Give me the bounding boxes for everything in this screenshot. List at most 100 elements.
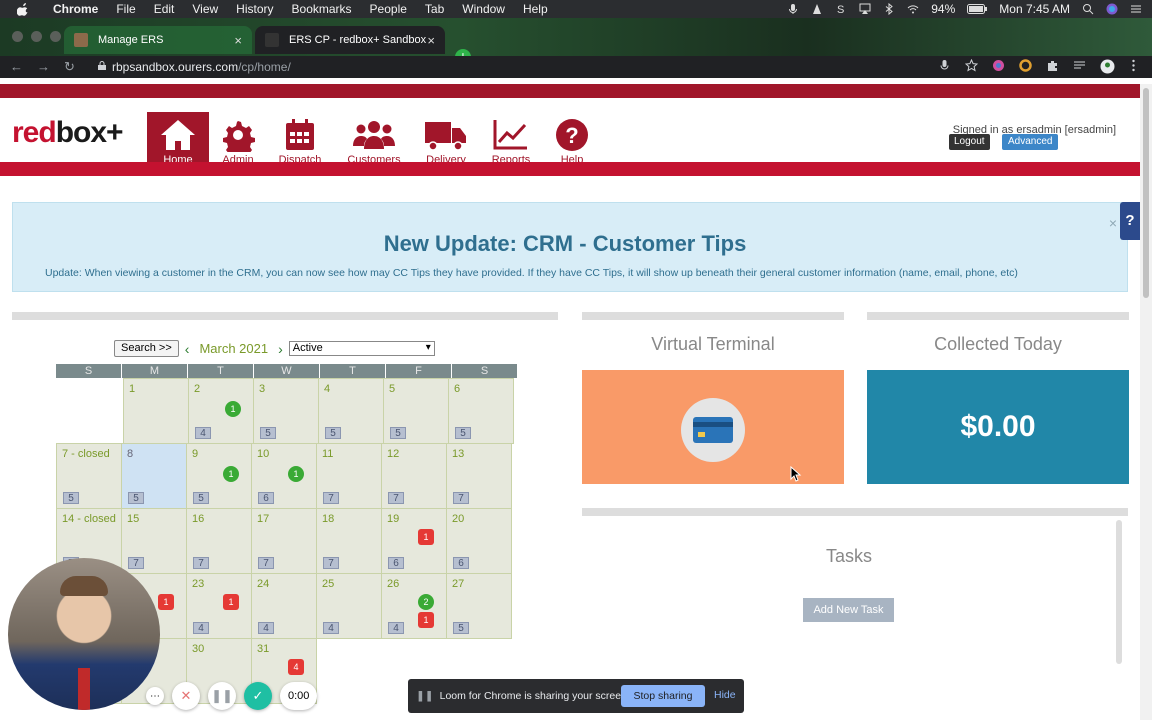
scrollbar-thumb[interactable]: [1143, 88, 1149, 298]
calendar-day[interactable]: 35: [253, 378, 319, 444]
menu-view[interactable]: View: [183, 2, 227, 16]
stop-sharing-button[interactable]: Stop sharing: [621, 685, 705, 707]
page-scrollbar[interactable]: [1140, 84, 1152, 720]
redbox-logo[interactable]: redbox+: [12, 116, 124, 150]
apple-icon[interactable]: [16, 2, 30, 16]
next-month-icon[interactable]: ›: [278, 341, 283, 357]
count-badge[interactable]: 1: [223, 466, 239, 482]
mic-icon[interactable]: [938, 59, 951, 72]
calendar-day[interactable]: 65: [448, 378, 514, 444]
calendar-search-button[interactable]: Search >>: [114, 340, 179, 357]
tab-ers-cp[interactable]: ERS CP - redbox+ Sandbox ×: [255, 26, 445, 54]
loom-camera-bubble[interactable]: [8, 558, 160, 710]
calendar-day[interactable]: 16 7: [186, 508, 252, 574]
status-filter-select[interactable]: Active: [288, 341, 435, 356]
calendar-day[interactable]: 15 7: [121, 508, 187, 574]
lock-icon[interactable]: [98, 61, 106, 70]
home-icon: [161, 120, 195, 150]
bluetooth-icon[interactable]: [883, 2, 895, 16]
minimize-window-button[interactable]: [31, 31, 42, 42]
calendar-day[interactable]: 45: [318, 378, 384, 444]
bookmark-star-icon[interactable]: [964, 58, 979, 72]
calendar-day[interactable]: 12 7: [381, 443, 447, 509]
browser-menu-icon[interactable]: [1127, 59, 1140, 72]
prev-month-icon[interactable]: ‹: [185, 341, 190, 357]
count-badge[interactable]: 2: [418, 594, 434, 610]
calendar-day[interactable]: 10 1 6: [251, 443, 317, 509]
count-badge[interactable]: 4: [288, 659, 304, 675]
calendar-day[interactable]: 13 7: [446, 443, 512, 509]
close-window-button[interactable]: [12, 31, 23, 42]
calendar-day[interactable]: 26 2 1 4: [381, 573, 447, 639]
calendar-day[interactable]: 18 7: [316, 508, 382, 574]
loom-pause-icon[interactable]: ❚❚: [208, 682, 236, 710]
calendar-day[interactable]: 55: [383, 378, 449, 444]
zoom-window-button[interactable]: [50, 31, 61, 42]
close-tab-icon[interactable]: ×: [427, 33, 435, 48]
sharing-drag-handle-icon[interactable]: ❚❚: [416, 690, 434, 702]
airplay-icon[interactable]: [859, 3, 871, 15]
help-side-tab[interactable]: ?: [1120, 202, 1140, 240]
loom-finish-icon[interactable]: ✓: [244, 682, 272, 710]
reload-icon[interactable]: ↻: [64, 59, 75, 75]
skype-icon[interactable]: S: [835, 3, 847, 16]
calendar-day[interactable]: 2 1 4: [188, 378, 254, 444]
virtual-terminal-card[interactable]: Virtual Terminal: [582, 312, 844, 484]
forward-icon[interactable]: →: [37, 59, 50, 75]
calendar-day-today[interactable]: 85: [121, 443, 187, 509]
wifi-icon[interactable]: [907, 3, 919, 15]
siri-icon[interactable]: [1106, 3, 1118, 15]
menu-history[interactable]: History: [227, 2, 282, 16]
back-icon[interactable]: ←: [10, 59, 23, 75]
calendar-day[interactable]: 20 6: [446, 508, 512, 574]
calendar-day[interactable]: 9 1 5: [186, 443, 252, 509]
tasks-scrollbar[interactable]: [1116, 520, 1122, 664]
calendar-day[interactable]: 7 - closed 5: [56, 443, 122, 509]
count-badge[interactable]: 1: [223, 594, 239, 610]
calendar-day[interactable]: 19 1 6: [381, 508, 447, 574]
hide-sharing-bar-button[interactable]: Hide: [714, 689, 736, 701]
vlc-icon[interactable]: [811, 3, 823, 15]
advanced-button[interactable]: Advanced: [1002, 134, 1059, 150]
virtual-terminal-body[interactable]: [582, 370, 844, 484]
count-badge[interactable]: 1: [288, 466, 304, 482]
menu-tab[interactable]: Tab: [416, 2, 453, 16]
menu-window[interactable]: Window: [453, 2, 514, 16]
menu-app-name[interactable]: Chrome: [44, 2, 107, 16]
tab-manage-ers[interactable]: Manage ERS ×: [64, 26, 252, 54]
loom-cancel-icon[interactable]: ✕: [172, 682, 200, 710]
menu-file[interactable]: File: [107, 2, 144, 16]
menu-clock[interactable]: Mon 7:45 AM: [999, 2, 1070, 16]
count-badge[interactable]: 1: [158, 594, 174, 610]
calendar-day[interactable]: 24 4: [251, 573, 317, 639]
spotlight-search-icon[interactable]: [1082, 3, 1094, 15]
menu-edit[interactable]: Edit: [145, 2, 184, 16]
address-bar[interactable]: rbpsandbox.ourers.com/cp/home/: [92, 60, 291, 74]
loom-more-icon[interactable]: ⋯: [146, 687, 164, 705]
menu-bookmarks[interactable]: Bookmarks: [283, 2, 361, 16]
count-badge[interactable]: 1: [225, 401, 241, 417]
calendar-day[interactable]: 11 7: [316, 443, 382, 509]
close-tab-icon[interactable]: ×: [234, 33, 242, 48]
extension-ring-icon[interactable]: [1019, 59, 1032, 72]
collected-today-card[interactable]: Collected Today $0.00: [867, 312, 1129, 484]
microphone-icon[interactable]: [787, 3, 799, 15]
add-new-task-button[interactable]: Add New Task: [803, 598, 894, 622]
calendar-day[interactable]: 27 5: [446, 573, 512, 639]
menu-help[interactable]: Help: [514, 2, 557, 16]
logout-button[interactable]: Logout: [949, 134, 990, 150]
extension-color-icon[interactable]: [992, 59, 1005, 72]
extensions-puzzle-icon[interactable]: [1046, 59, 1059, 72]
count-badge[interactable]: 1: [418, 529, 434, 545]
calendar-day[interactable]: 1: [123, 378, 189, 444]
count-badge[interactable]: 1: [418, 612, 434, 628]
calendar-day[interactable]: 23 1 4: [186, 573, 252, 639]
control-center-icon[interactable]: [1130, 3, 1142, 15]
calendar-day[interactable]: 25 4: [316, 573, 382, 639]
calendar-day[interactable]: 17 7: [251, 508, 317, 574]
menu-people[interactable]: People: [361, 2, 416, 16]
alert-close-icon[interactable]: ×: [1109, 215, 1117, 231]
battery-icon[interactable]: [967, 3, 988, 15]
profile-avatar-icon[interactable]: [1100, 59, 1115, 74]
reading-list-icon[interactable]: [1073, 59, 1086, 72]
